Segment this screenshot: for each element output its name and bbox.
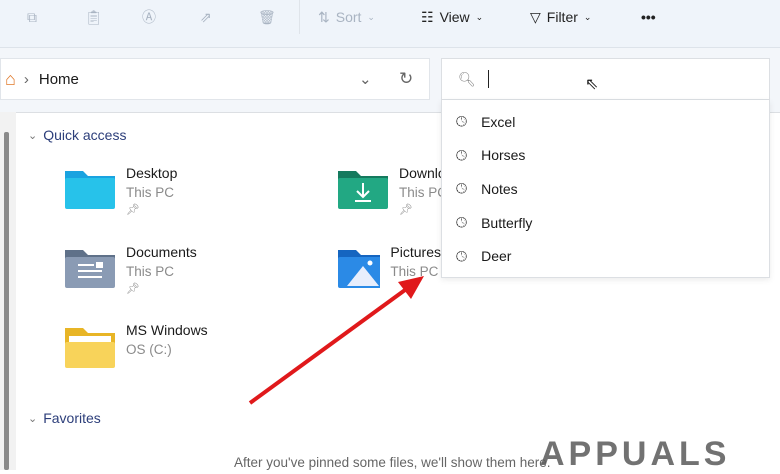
mouse-cursor: ⇖	[585, 76, 599, 93]
annotation-arrow	[248, 276, 424, 405]
